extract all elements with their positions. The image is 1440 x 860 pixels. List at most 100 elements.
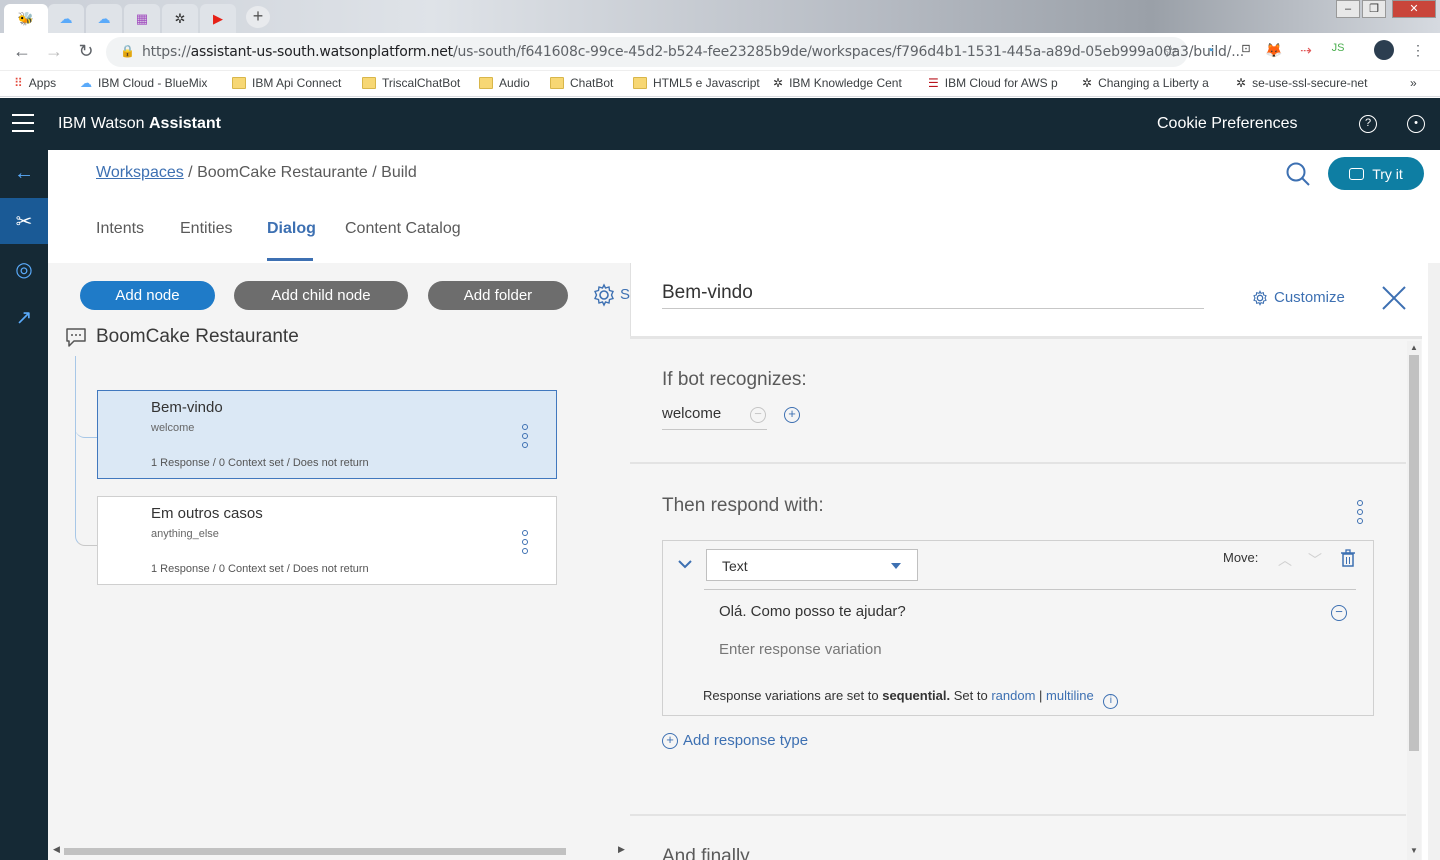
- tab-entities[interactable]: Entities: [180, 220, 232, 238]
- node-overflow-menu-icon[interactable]: [522, 424, 530, 451]
- settings-label[interactable]: S: [620, 286, 630, 303]
- bookmark-html5[interactable]: HTML5 e Javascript: [633, 76, 760, 90]
- condition-input[interactable]: welcome: [662, 405, 721, 422]
- add-folder-button[interactable]: Add folder: [428, 281, 568, 310]
- scroll-right-icon[interactable]: ▶: [618, 844, 625, 855]
- page-vertical-scrollbar[interactable]: [1428, 263, 1440, 860]
- apps-grid-icon: ⠿: [14, 76, 23, 90]
- bookmark-ssl[interactable]: ✲ se-use-ssl-secure-net: [1236, 76, 1367, 90]
- cloud-icon: ☁: [59, 10, 73, 26]
- add-response-type-button[interactable]: + Add response type: [662, 732, 808, 749]
- user-profile-icon[interactable]: •: [1407, 115, 1425, 133]
- bookmark-ibm-cloud[interactable]: ☁ IBM Cloud - BlueMix: [80, 76, 207, 90]
- bookmark-audio[interactable]: Audio: [479, 76, 530, 90]
- tab-intents[interactable]: Intents: [96, 220, 144, 238]
- set-random-link[interactable]: random: [991, 688, 1035, 703]
- new-variation-input[interactable]: Enter response variation: [719, 641, 882, 658]
- bookmark-chatbot[interactable]: ChatBot: [550, 76, 613, 90]
- node-overflow-menu-icon[interactable]: [522, 530, 530, 557]
- extension-icon[interactable]: ⇢: [1296, 42, 1316, 59]
- bookmark-star-icon[interactable]: ☆: [1163, 42, 1178, 62]
- reload-icon[interactable]: ↻: [75, 41, 97, 62]
- breadcrumb: Workspaces / BoomCake Restaurante / Buil…: [96, 164, 417, 181]
- bookmark-apps[interactable]: ⠿ Apps: [14, 76, 56, 90]
- metamask-icon[interactable]: 🦊: [1264, 42, 1284, 59]
- editor-vertical-scrollbar[interactable]: ▲ ▼: [1407, 341, 1421, 860]
- browser-tab-watson[interactable]: 🐝: [4, 4, 48, 33]
- dialog-node-em-outros-casos[interactable]: Em outros casos anything_else 1 Response…: [97, 496, 557, 585]
- browser-tab-ibm[interactable]: ✲: [162, 4, 198, 33]
- settings-gear-icon[interactable]: [592, 283, 616, 307]
- maximize-button[interactable]: ❐: [1362, 0, 1386, 18]
- folder-icon: [479, 77, 493, 89]
- hamburger-menu-icon[interactable]: [12, 114, 34, 132]
- bookmark-api-connect[interactable]: IBM Api Connect: [232, 76, 341, 90]
- chevron-down-icon[interactable]: [678, 557, 692, 571]
- ibm-icon: ✲: [1082, 76, 1093, 90]
- ibm-bee-icon: 🐝: [17, 10, 35, 26]
- breadcrumb-workspaces-link[interactable]: Workspaces: [96, 164, 184, 181]
- scroll-left-icon[interactable]: ◀: [53, 844, 60, 855]
- browser-tabstrip: 🐝 ☁ ☁ ▦ ✲ ▶ + – ❐ ✕: [0, 0, 1440, 33]
- bookmark-liberty[interactable]: ✲ Changing a Liberty a: [1082, 76, 1209, 90]
- improve-target-icon[interactable]: ◎: [0, 246, 48, 292]
- search-icon[interactable]: [1285, 161, 1311, 187]
- forward-icon[interactable]: →: [43, 41, 65, 62]
- help-icon[interactable]: ?: [1359, 115, 1377, 133]
- extension-icon[interactable]: ⊡: [1236, 42, 1256, 55]
- move-down-icon[interactable]: ﹀: [1308, 550, 1322, 570]
- tab-content-catalog[interactable]: Content Catalog: [345, 220, 461, 238]
- dialog-node-bem-vindo[interactable]: Bem-vindo welcome 1 Response / 0 Context…: [97, 390, 557, 479]
- bookmark-ibm-cloud-aws[interactable]: ☰ IBM Cloud for AWS p: [928, 76, 1058, 90]
- remove-condition-icon[interactable]: −: [750, 407, 766, 423]
- customize-link[interactable]: Customize: [1252, 289, 1345, 306]
- folder-icon: [633, 77, 647, 89]
- extension-icon[interactable]: ◔: [1200, 42, 1220, 58]
- back-icon[interactable]: ←: [11, 41, 33, 62]
- extension-icon[interactable]: JS: [1328, 42, 1348, 54]
- close-icon[interactable]: [1380, 284, 1408, 312]
- trash-icon[interactable]: [1340, 549, 1356, 567]
- response-type-select[interactable]: Text: [706, 549, 918, 581]
- bookmark-ibm-knowledge[interactable]: ✲ IBM Knowledge Cent: [773, 76, 902, 90]
- more-bookmarks[interactable]: »: [1410, 76, 1417, 90]
- move-up-icon[interactable]: ︿: [1278, 550, 1292, 570]
- add-child-node-button[interactable]: Add child node: [234, 281, 408, 310]
- analytics-chart-icon[interactable]: ↗: [0, 294, 48, 340]
- browser-tab-cloud-2[interactable]: ☁: [86, 4, 122, 33]
- ibm-icon: ✲: [174, 10, 186, 26]
- tab-dialog[interactable]: Dialog: [267, 220, 316, 238]
- bookmark-triscal[interactable]: TriscalChatBot: [362, 76, 460, 90]
- scroll-down-icon[interactable]: ▼: [1410, 846, 1418, 855]
- scrollbar-thumb[interactable]: [1409, 355, 1419, 751]
- browser-menu-icon[interactable]: ⋮: [1408, 42, 1428, 59]
- dropdown-caret-icon: [891, 563, 901, 569]
- minimize-button[interactable]: –: [1336, 0, 1360, 18]
- add-condition-icon[interactable]: +: [784, 407, 800, 423]
- canvas-horizontal-scrollbar[interactable]: ◀ ▶: [48, 844, 630, 858]
- new-tab-button[interactable]: +: [246, 6, 270, 28]
- profile-avatar[interactable]: [1374, 40, 1394, 63]
- remove-variation-icon[interactable]: −: [1331, 605, 1347, 621]
- response-variation-input[interactable]: Olá. Como posso te ajudar?: [719, 603, 906, 620]
- url-text: https://assistant-us-south.watsonplatfor…: [142, 44, 1244, 60]
- grid-icon: ▦: [135, 10, 149, 26]
- scroll-up-icon[interactable]: ▲: [1410, 343, 1418, 352]
- back-arrow-icon[interactable]: ←: [0, 150, 48, 196]
- browser-tab-youtube[interactable]: ▶: [200, 4, 236, 33]
- node-name-input[interactable]: Bem-vindo: [662, 282, 753, 304]
- browser-tab-cloud-1[interactable]: ☁: [48, 4, 84, 33]
- scrollbar-thumb[interactable]: [64, 848, 566, 855]
- build-tools-icon[interactable]: ✂: [0, 198, 48, 244]
- youtube-icon: ▶: [213, 10, 223, 26]
- try-it-button[interactable]: Try it: [1328, 157, 1424, 190]
- response-overflow-menu-icon[interactable]: [1357, 500, 1365, 527]
- node-meta: 1 Response / 0 Context set / Does not re…: [151, 457, 369, 469]
- browser-toolbar: ← → ↻ 🔒 https://assistant-us-south.watso…: [0, 33, 1440, 71]
- address-bar[interactable]: 🔒 https://assistant-us-south.watsonplatf…: [106, 37, 1244, 67]
- close-window-button[interactable]: ✕: [1392, 0, 1436, 18]
- add-node-button[interactable]: Add node: [80, 281, 215, 310]
- browser-tab-purple[interactable]: ▦: [124, 4, 160, 33]
- cookie-preferences-link[interactable]: Cookie Preferences: [1157, 115, 1298, 133]
- set-multiline-link[interactable]: multiline: [1046, 688, 1094, 703]
